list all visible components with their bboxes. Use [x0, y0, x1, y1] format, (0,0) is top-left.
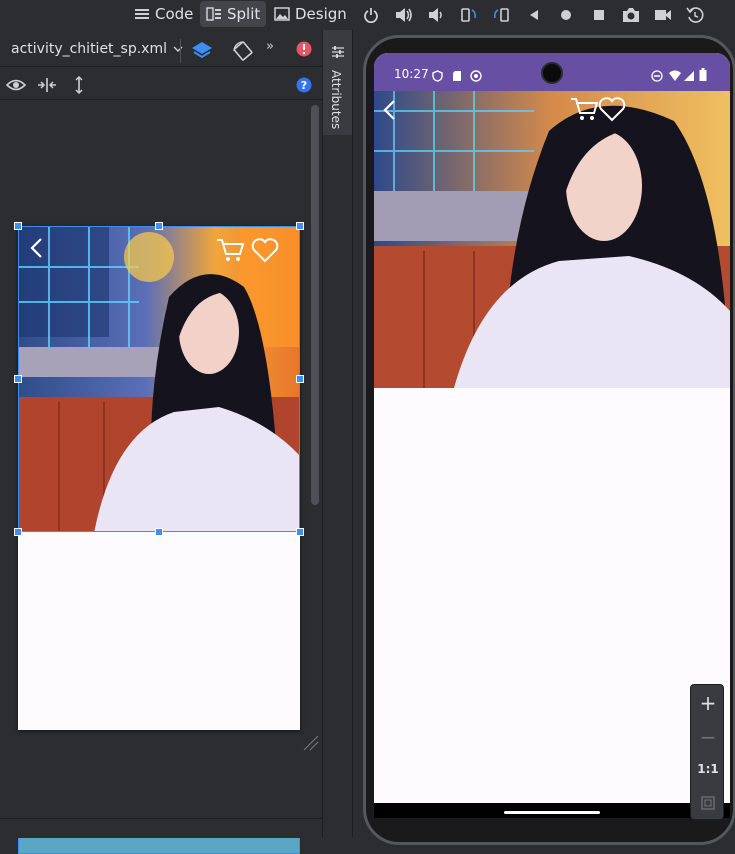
file-selector[interactable]: activity_chitiet_sp.xml [11, 41, 183, 57]
heart-icon[interactable] [598, 96, 626, 126]
code-mode-button[interactable]: Code [128, 1, 199, 27]
design-toolbar: ? [0, 70, 322, 100]
running-device-panel: 10:27 [352, 30, 735, 845]
canvas-scrollbar[interactable] [311, 105, 319, 505]
file-name: activity_chitiet_sp.xml [11, 41, 167, 57]
product-photo-illustration [374, 91, 730, 388]
selection-handle[interactable] [14, 222, 22, 230]
selection-handle[interactable] [14, 528, 22, 536]
navigation-bar [374, 803, 730, 818]
status-bar: 10:27 [374, 53, 730, 91]
horizontal-constraint-icon[interactable] [37, 77, 57, 97]
product-image-view[interactable] [18, 226, 300, 532]
split-mode-button[interactable]: Split [200, 1, 267, 27]
back-icon[interactable] [29, 237, 45, 263]
attributes-sidebar: Attributes [322, 30, 352, 838]
layers-icon[interactable] [190, 39, 214, 67]
status-time: 10:27 [394, 67, 429, 81]
attributes-tab[interactable]: Attributes [323, 30, 352, 135]
layout-editor-panel: activity_chitiet_sp.xml » ? [0, 30, 322, 854]
battery-icon [699, 66, 707, 85]
selection-handle[interactable] [296, 528, 304, 536]
zoom-actual-size-button[interactable]: 1:1 [691, 753, 725, 785]
wifi-icon [668, 67, 682, 86]
fit-screen-icon[interactable] [691, 787, 725, 819]
rotate-left-icon[interactable] [458, 4, 480, 26]
design-canvas[interactable] [0, 102, 322, 854]
rotate-right-icon[interactable] [490, 4, 512, 26]
vertical-constraint-icon[interactable] [72, 75, 86, 98]
resize-grip-icon[interactable] [302, 734, 320, 756]
view-mode-toolbar: Code Split Design [0, 0, 735, 30]
volume-down-icon[interactable] [425, 4, 447, 26]
app-notification-icon [470, 67, 482, 86]
device-screen[interactable]: 10:27 [374, 53, 730, 818]
product-photo-illustration [19, 227, 299, 531]
eye-icon[interactable] [5, 77, 27, 96]
help-icon[interactable]: ? [296, 77, 312, 97]
selection-handle[interactable] [155, 528, 163, 536]
editor-header: activity_chitiet_sp.xml » [0, 35, 322, 67]
dnd-icon [651, 67, 663, 86]
selection-handle[interactable] [14, 375, 22, 383]
selection-handle[interactable] [155, 222, 163, 230]
home-gesture-pill[interactable] [504, 811, 600, 814]
split-icon [206, 7, 222, 21]
selection-handle[interactable] [296, 375, 304, 383]
cart-icon[interactable] [569, 96, 599, 126]
sd-card-icon [452, 67, 462, 86]
design-preview-screen[interactable] [14, 222, 304, 730]
code-icon [134, 7, 150, 21]
snapshot-restore-icon[interactable] [684, 4, 706, 26]
cart-icon[interactable] [215, 237, 245, 267]
design-mode-label: Design [295, 5, 347, 23]
device-frame: 10:27 [363, 35, 735, 845]
chevron-down-icon [173, 41, 183, 57]
error-icon[interactable] [296, 41, 312, 61]
front-camera [541, 62, 563, 84]
zoom-controls: + − 1:1 [690, 684, 724, 820]
zoom-out-button[interactable]: − [691, 721, 725, 753]
heart-icon[interactable] [251, 237, 279, 267]
zoom-in-button[interactable]: + [691, 687, 725, 719]
orientation-icon[interactable] [232, 40, 254, 66]
status-strip [0, 818, 352, 838]
attributes-tab-label: Attributes [329, 70, 343, 130]
back-triangle-icon[interactable] [523, 4, 545, 26]
svg-text:?: ? [301, 79, 307, 92]
home-circle-icon[interactable] [555, 4, 577, 26]
volume-up-icon[interactable] [393, 4, 415, 26]
code-mode-label: Code [155, 5, 194, 23]
camera-icon[interactable] [620, 4, 642, 26]
back-icon[interactable] [382, 99, 398, 125]
more-icon[interactable]: » [266, 39, 274, 54]
design-mode-button[interactable]: Design [268, 1, 353, 27]
power-icon[interactable] [360, 4, 382, 26]
selection-handle[interactable] [296, 222, 304, 230]
split-mode-label: Split [227, 5, 261, 23]
overview-square-icon[interactable] [588, 4, 610, 26]
signal-icon [683, 67, 695, 86]
video-record-icon[interactable] [652, 4, 674, 26]
image-icon [274, 7, 290, 21]
divider [180, 39, 181, 63]
sliders-icon [331, 44, 345, 63]
emulator-toolbar [355, 0, 735, 30]
shield-icon [432, 67, 443, 86]
product-image[interactable] [374, 91, 730, 388]
